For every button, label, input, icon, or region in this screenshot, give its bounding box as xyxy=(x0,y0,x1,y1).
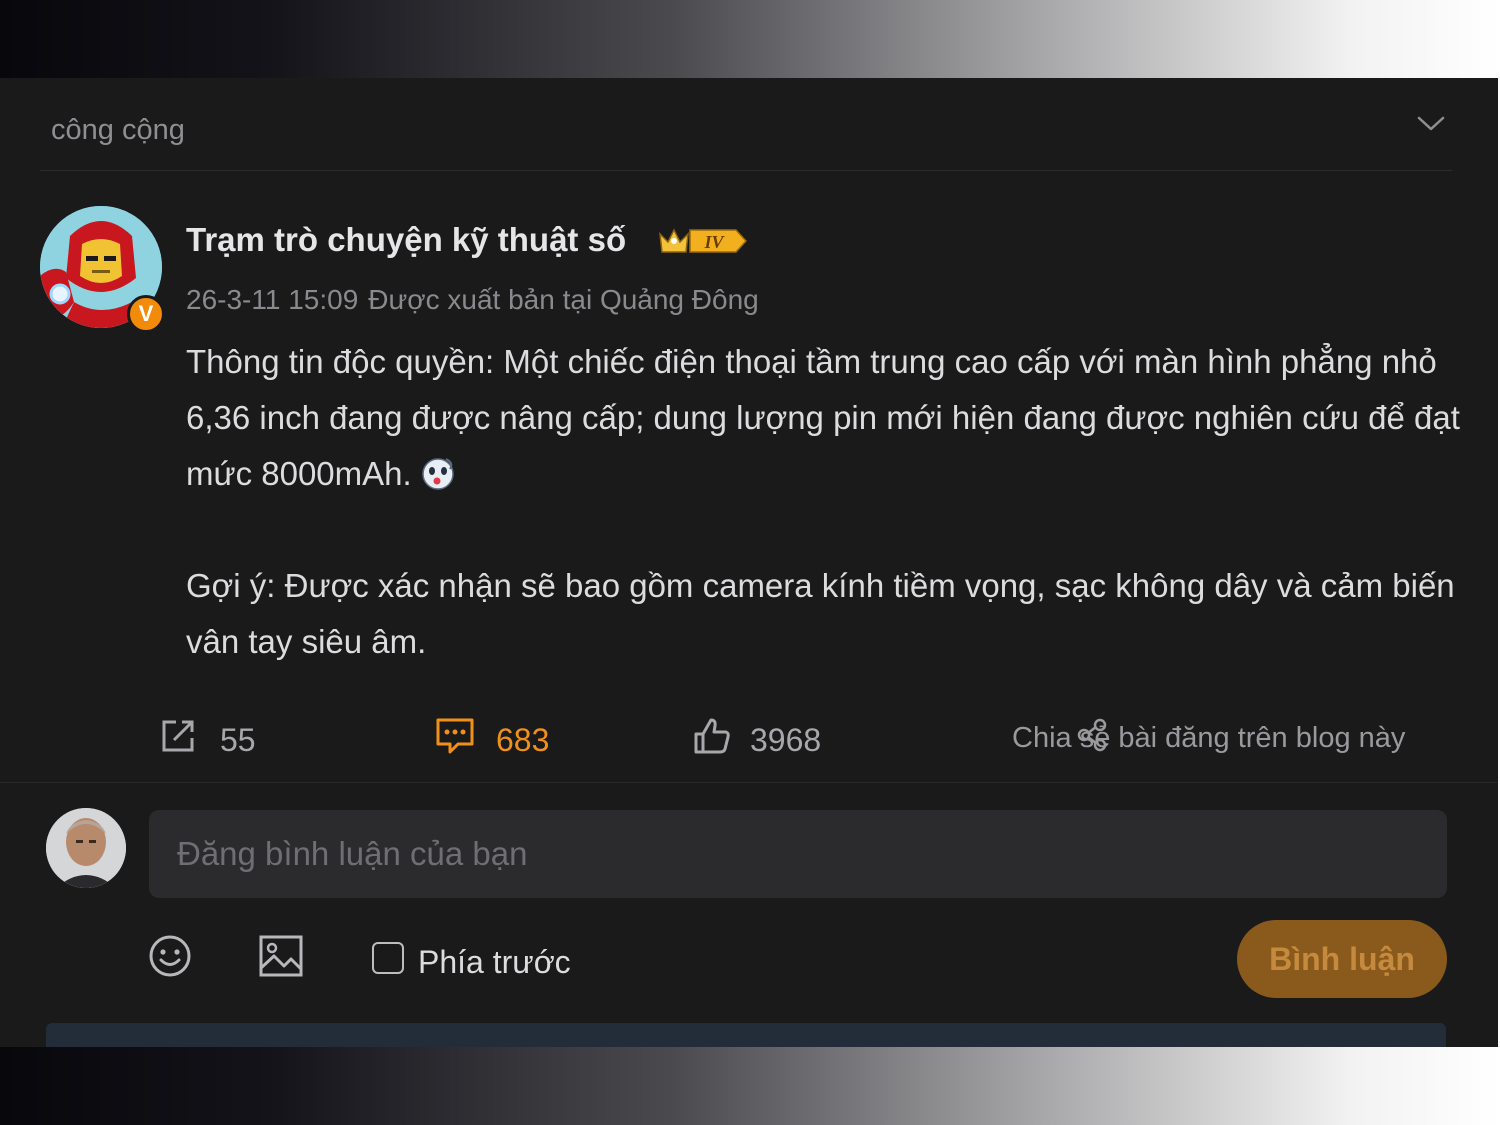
comment-count: 683 xyxy=(496,722,550,758)
current-user-avatar[interactable] xyxy=(46,808,126,888)
bottom-gradient-band xyxy=(0,1047,1500,1125)
image-icon[interactable] xyxy=(258,934,304,978)
post-actions: 55 683 3968 Chia sẻ bài đăng trên blog n… xyxy=(0,708,1498,770)
divider xyxy=(0,782,1498,783)
visibility-filter[interactable]: công cộng xyxy=(40,78,1452,171)
share-nodes-icon xyxy=(1077,718,1107,752)
share-icon xyxy=(162,720,194,752)
front-checkbox[interactable] xyxy=(372,942,404,974)
post-paragraph-2: Gợi ý: Được xác nhận sẽ bao gồm camera k… xyxy=(186,567,1455,660)
share-count: 55 xyxy=(220,722,256,758)
post-timestamp: 26-3-11 15:09 xyxy=(186,284,359,315)
post-paragraph-1-text: Thông tin độc quyền: Một chiếc điện thoạ… xyxy=(186,343,1460,492)
emoji-icon xyxy=(421,458,454,490)
like-count: 3968 xyxy=(750,722,822,758)
submit-comment-button[interactable]: Bình luận xyxy=(1237,920,1447,998)
filter-label: công cộng xyxy=(51,114,185,146)
next-section-card xyxy=(46,1023,1446,1047)
post-location: Được xuất bản tại Quảng Đông xyxy=(368,284,759,315)
author-name[interactable]: Trạm trò chuyện kỹ thuật số xyxy=(186,221,626,259)
chevron-down-icon[interactable] xyxy=(1416,114,1446,134)
verified-mark: V xyxy=(138,301,154,326)
comment-icon xyxy=(436,718,474,754)
post-panel: công cộng V Trạm trò chuyện kỹ thuật số … xyxy=(0,78,1498,1047)
front-checkbox-label[interactable]: Phía trước xyxy=(418,944,571,981)
verified-badge: V xyxy=(127,295,165,333)
post-paragraph-1: Thông tin độc quyền: Một chiếc điện thoạ… xyxy=(186,334,1466,502)
crown-rank-badge-icon: IV xyxy=(659,228,748,253)
post-body: Thông tin độc quyền: Một chiếc điện thoạ… xyxy=(186,334,1466,670)
thumbs-up-icon xyxy=(694,718,730,754)
top-gradient-band xyxy=(0,0,1500,78)
user-photo-image xyxy=(46,808,126,888)
rank-badge-text: IV xyxy=(703,232,725,252)
post-meta: 26-3-11 15:09 Được xuất bản tại Quảng Đôn… xyxy=(186,284,759,316)
share-to-blog-link[interactable]: Chia sẻ bài đăng trên blog này xyxy=(1012,718,1406,755)
comment-input[interactable] xyxy=(149,810,1447,898)
share-to-blog-text: Chia sẻ bài đăng trên blog này xyxy=(1012,722,1406,754)
smiley-icon[interactable] xyxy=(148,934,192,978)
